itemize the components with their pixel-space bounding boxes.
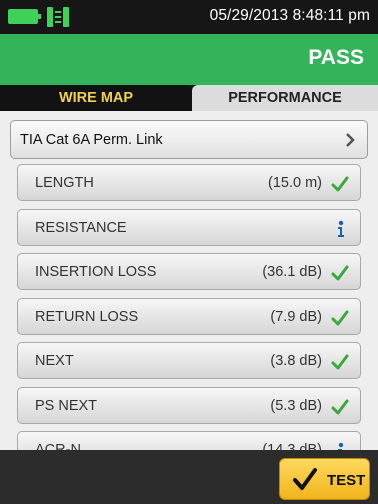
results-list[interactable]: TIA Cat 6A Perm. Link LENGTH (15.0 m) RE… xyxy=(0,111,378,450)
info-icon xyxy=(338,220,344,237)
check-icon xyxy=(331,265,349,281)
link-standard-button[interactable]: TIA Cat 6A Perm. Link xyxy=(10,120,368,159)
tester-screen: 05/29/2013 8:48:11 pm PASS WIRE MAP PERF… xyxy=(0,0,378,504)
measurement-value: (15.0 m) xyxy=(268,175,322,191)
measurement-row-ps-next[interactable]: PS NEXT (5.3 dB) xyxy=(17,387,361,424)
measurement-label: LENGTH xyxy=(35,175,94,191)
measurement-value: (36.1 dB) xyxy=(262,264,322,280)
measurement-row-resistance[interactable]: RESISTANCE xyxy=(17,209,361,246)
measurement-row-insertion-loss[interactable]: INSERTION LOSS (36.1 dB) xyxy=(17,253,361,290)
measurement-label: ACR-N xyxy=(35,442,81,450)
measurement-value: (14.3 dB) xyxy=(262,442,322,450)
test-button-label: TEST xyxy=(327,472,366,489)
test-button[interactable]: TEST xyxy=(279,458,370,500)
battery-icon xyxy=(8,9,41,24)
measurement-row-next[interactable]: NEXT (3.8 dB) xyxy=(17,342,361,379)
check-icon xyxy=(331,354,349,370)
measurement-row-acr-n[interactable]: ACR-N (14.3 dB) xyxy=(17,431,361,450)
check-icon xyxy=(331,310,349,326)
measurement-row-return-loss[interactable]: RETURN LOSS (7.9 dB) xyxy=(17,298,361,335)
measurement-value: (7.9 dB) xyxy=(270,309,322,325)
measurement-value: (5.3 dB) xyxy=(270,398,322,414)
measurement-label: RESISTANCE xyxy=(35,220,127,236)
date-time: 05/29/2013 8:48:11 pm xyxy=(209,7,370,24)
result-banner: PASS xyxy=(0,34,378,85)
link-standard-label: TIA Cat 6A Perm. Link xyxy=(20,132,163,148)
check-icon xyxy=(331,176,349,192)
status-bar: 05/29/2013 8:48:11 pm xyxy=(0,0,378,34)
measurement-label: PS NEXT xyxy=(35,398,98,414)
tab-bar: WIRE MAP PERFORMANCE xyxy=(0,85,378,111)
info-icon xyxy=(338,442,344,450)
measurement-row-length[interactable]: LENGTH (15.0 m) xyxy=(17,164,361,201)
check-icon xyxy=(331,399,349,415)
tab-performance[interactable]: PERFORMANCE xyxy=(192,85,378,111)
tab-wire-map[interactable]: WIRE MAP xyxy=(0,85,192,111)
network-connection-icon xyxy=(47,7,69,27)
check-icon xyxy=(293,468,317,490)
measurement-label: INSERTION LOSS xyxy=(35,264,157,280)
pass-status: PASS xyxy=(308,46,364,69)
chevron-right-icon xyxy=(346,133,355,147)
measurement-label: RETURN LOSS xyxy=(35,309,139,325)
measurement-label: NEXT xyxy=(35,353,74,369)
measurement-value: (3.8 dB) xyxy=(270,353,322,369)
